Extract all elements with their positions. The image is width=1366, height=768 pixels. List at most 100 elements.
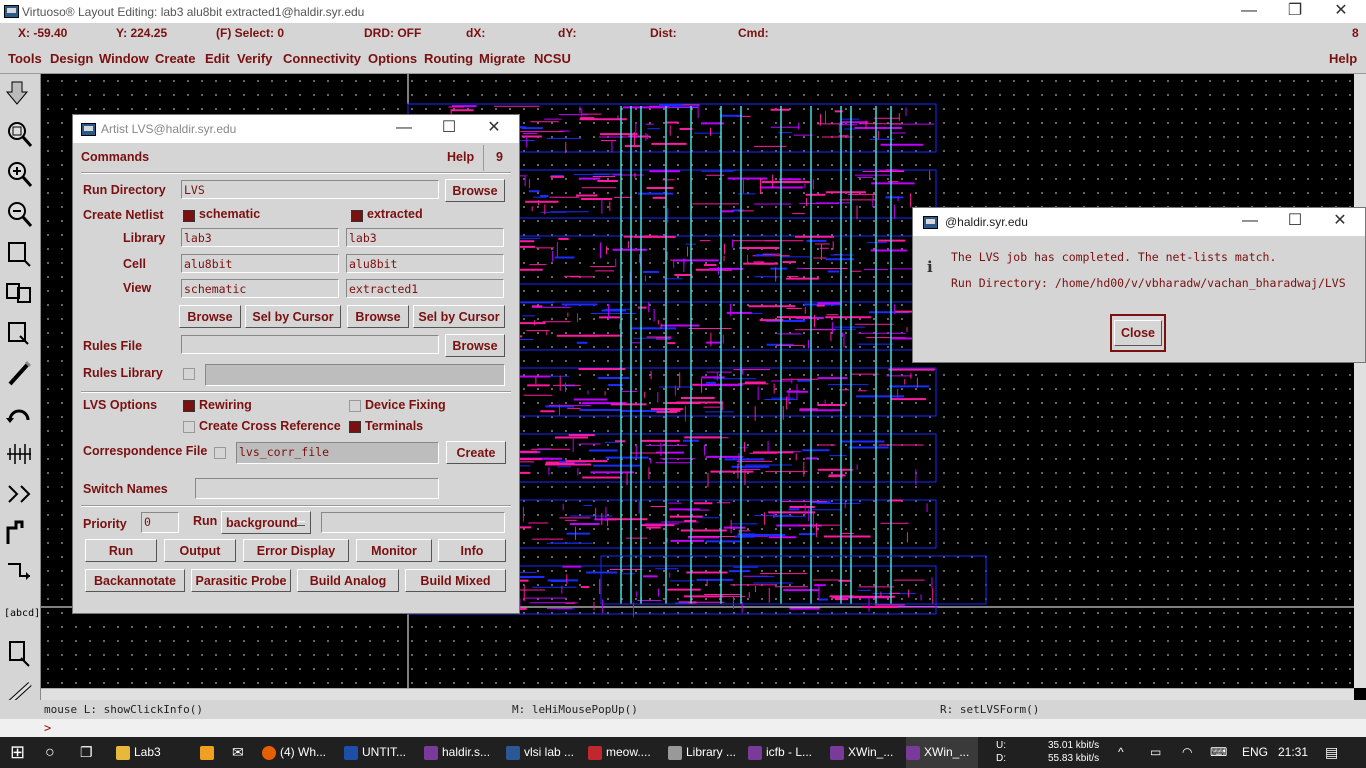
command-line[interactable]: > bbox=[0, 719, 1366, 737]
search-icon[interactable]: ○ bbox=[45, 737, 65, 768]
battery-icon[interactable]: ▭ bbox=[1150, 737, 1168, 768]
ruler-icon[interactable] bbox=[4, 438, 34, 470]
action-center-icon[interactable]: ▤ bbox=[1325, 737, 1345, 768]
close-button[interactable]: ✕ bbox=[1318, 0, 1364, 23]
window-titlebar[interactable]: Virtuoso® Layout Editing: lab3 alu8bit e… bbox=[0, 0, 1366, 23]
run-options-input[interactable] bbox=[321, 512, 505, 533]
menu-migrate[interactable]: Migrate bbox=[479, 51, 525, 66]
run-mode-select[interactable]: background bbox=[221, 511, 311, 534]
extracted-view-input[interactable]: extracted1 bbox=[346, 279, 504, 298]
menu-options[interactable]: Options bbox=[368, 51, 417, 66]
zoom-out-icon[interactable] bbox=[4, 198, 34, 230]
menu-window[interactable]: Window bbox=[99, 51, 149, 66]
priority-input[interactable]: 0 bbox=[141, 512, 179, 533]
result-dialog-close-button[interactable]: Close bbox=[1114, 320, 1162, 346]
move-icon[interactable] bbox=[4, 318, 34, 350]
language-indicator[interactable]: ENG bbox=[1242, 737, 1272, 768]
fit-icon[interactable] bbox=[4, 118, 34, 150]
label-icon[interactable]: [abcd] bbox=[4, 598, 40, 630]
undo-icon[interactable] bbox=[4, 398, 34, 430]
taskbar-app-xwin-2[interactable]: XWin_... bbox=[906, 737, 978, 768]
terminals-checkbox[interactable] bbox=[349, 421, 361, 433]
measure-icon[interactable] bbox=[4, 558, 34, 590]
minimize-button[interactable]: — bbox=[1226, 0, 1272, 23]
taskbar-app-meow[interactable]: meow.... bbox=[588, 737, 662, 768]
taskbar-app-word[interactable]: vlsi lab ... bbox=[506, 737, 582, 768]
extracted-sel-by-cursor-button[interactable]: Sel by Cursor bbox=[413, 305, 505, 328]
wifi-icon[interactable]: ◠ bbox=[1182, 737, 1200, 768]
tray-chevron-icon[interactable]: ^ bbox=[1118, 737, 1132, 768]
cross-reference-checkbox[interactable] bbox=[183, 421, 195, 433]
backannotate-button[interactable]: Backannotate bbox=[85, 569, 185, 592]
menu-ncsu[interactable]: NCSU bbox=[534, 51, 571, 66]
clock[interactable]: 21:31 bbox=[1278, 737, 1318, 768]
lvs-titlebar[interactable]: Artist LVS@haldir.syr.edu — ☐ ✕ bbox=[73, 115, 519, 143]
info-button[interactable]: Info bbox=[438, 539, 506, 562]
menu-tools[interactable]: Tools bbox=[8, 51, 42, 66]
taskbar-app-lab3[interactable]: Lab3 bbox=[116, 737, 196, 768]
result-minimize-button[interactable]: — bbox=[1227, 210, 1273, 233]
schematic-library-input[interactable]: lab3 bbox=[181, 228, 339, 247]
lvs-minimize-button[interactable]: — bbox=[381, 117, 427, 140]
rules-file-browse-button[interactable]: Browse bbox=[445, 334, 505, 357]
taskbar-app-icfb[interactable]: icfb - L... bbox=[748, 737, 824, 768]
stretch-icon[interactable] bbox=[4, 238, 34, 270]
copy-icon[interactable] bbox=[4, 278, 34, 310]
lvs-help-menu[interactable]: Help bbox=[447, 150, 474, 164]
device-fixing-checkbox[interactable] bbox=[349, 400, 361, 412]
result-close-button[interactable]: ✕ bbox=[1317, 210, 1363, 233]
property-icon[interactable] bbox=[4, 638, 34, 670]
extracted-cell-input[interactable]: alu8bit bbox=[346, 254, 504, 273]
delete-icon[interactable] bbox=[4, 358, 34, 390]
schematic-view-input[interactable]: schematic bbox=[181, 279, 339, 298]
build-analog-button[interactable]: Build Analog bbox=[297, 569, 399, 592]
schematic-checkbox[interactable] bbox=[183, 210, 195, 222]
vertical-scrollbar[interactable] bbox=[1354, 74, 1366, 688]
error-display-button[interactable]: Error Display bbox=[243, 539, 349, 562]
extracted-library-input[interactable]: lab3 bbox=[346, 228, 504, 247]
rewiring-checkbox[interactable] bbox=[183, 400, 195, 412]
menu-routing[interactable]: Routing bbox=[424, 51, 473, 66]
menu-help[interactable]: Help bbox=[1329, 51, 1357, 66]
task-view-icon[interactable]: ❐ bbox=[80, 737, 100, 768]
result-titlebar[interactable]: @haldir.syr.edu — ☐ ✕ bbox=[913, 208, 1365, 236]
menu-connectivity[interactable]: Connectivity bbox=[283, 51, 361, 66]
correspondence-file-checkbox[interactable] bbox=[214, 447, 226, 459]
zoom-in-icon[interactable] bbox=[4, 158, 34, 190]
extracted-browse-button[interactable]: Browse bbox=[347, 305, 409, 328]
schematic-browse-button[interactable]: Browse bbox=[179, 305, 241, 328]
monitor-button[interactable]: Monitor bbox=[356, 539, 432, 562]
taskbar-app-media[interactable] bbox=[200, 737, 224, 768]
taskbar-app-untitled[interactable]: UNTIT... bbox=[344, 737, 418, 768]
correspondence-create-button[interactable]: Create bbox=[446, 441, 506, 464]
menu-edit[interactable]: Edit bbox=[205, 51, 230, 66]
maximize-button[interactable]: ❐ bbox=[1272, 0, 1318, 23]
lvs-close-button[interactable]: ✕ bbox=[471, 117, 517, 140]
result-maximize-button[interactable]: ☐ bbox=[1272, 210, 1318, 233]
parasitic-probe-button[interactable]: Parasitic Probe bbox=[191, 569, 291, 592]
taskbar-app-mail[interactable]: ✉ bbox=[232, 737, 256, 768]
run-directory-browse-button[interactable]: Browse bbox=[445, 179, 505, 202]
rules-library-checkbox[interactable] bbox=[183, 368, 195, 380]
menu-create[interactable]: Create bbox=[155, 51, 195, 66]
path-icon[interactable] bbox=[4, 478, 34, 510]
menu-design[interactable]: Design bbox=[50, 51, 93, 66]
schematic-cell-input[interactable]: alu8bit bbox=[181, 254, 339, 273]
keyboard-icon[interactable]: ⌨ bbox=[1210, 737, 1230, 768]
rules-file-input[interactable] bbox=[181, 335, 439, 354]
taskbar-app-xwin-1[interactable]: XWin_... bbox=[830, 737, 900, 768]
switch-names-input[interactable] bbox=[195, 478, 439, 499]
taskbar-app-haldir[interactable]: haldir.s... bbox=[424, 737, 498, 768]
taskbar-app-library[interactable]: Library ... bbox=[668, 737, 740, 768]
menu-verify[interactable]: Verify bbox=[237, 51, 272, 66]
build-mixed-button[interactable]: Build Mixed bbox=[405, 569, 506, 592]
extracted-checkbox[interactable] bbox=[351, 210, 363, 222]
save-icon[interactable] bbox=[4, 78, 34, 110]
run-directory-input[interactable]: LVS bbox=[181, 180, 439, 199]
output-button[interactable]: Output bbox=[164, 539, 236, 562]
taskbar-app-whatsapp[interactable]: (4) Wh... bbox=[262, 737, 336, 768]
commands-menu[interactable]: Commands bbox=[81, 150, 149, 164]
lvs-maximize-button[interactable]: ☐ bbox=[426, 117, 472, 140]
run-button[interactable]: Run bbox=[85, 539, 157, 562]
schematic-sel-by-cursor-button[interactable]: Sel by Cursor bbox=[245, 305, 341, 328]
